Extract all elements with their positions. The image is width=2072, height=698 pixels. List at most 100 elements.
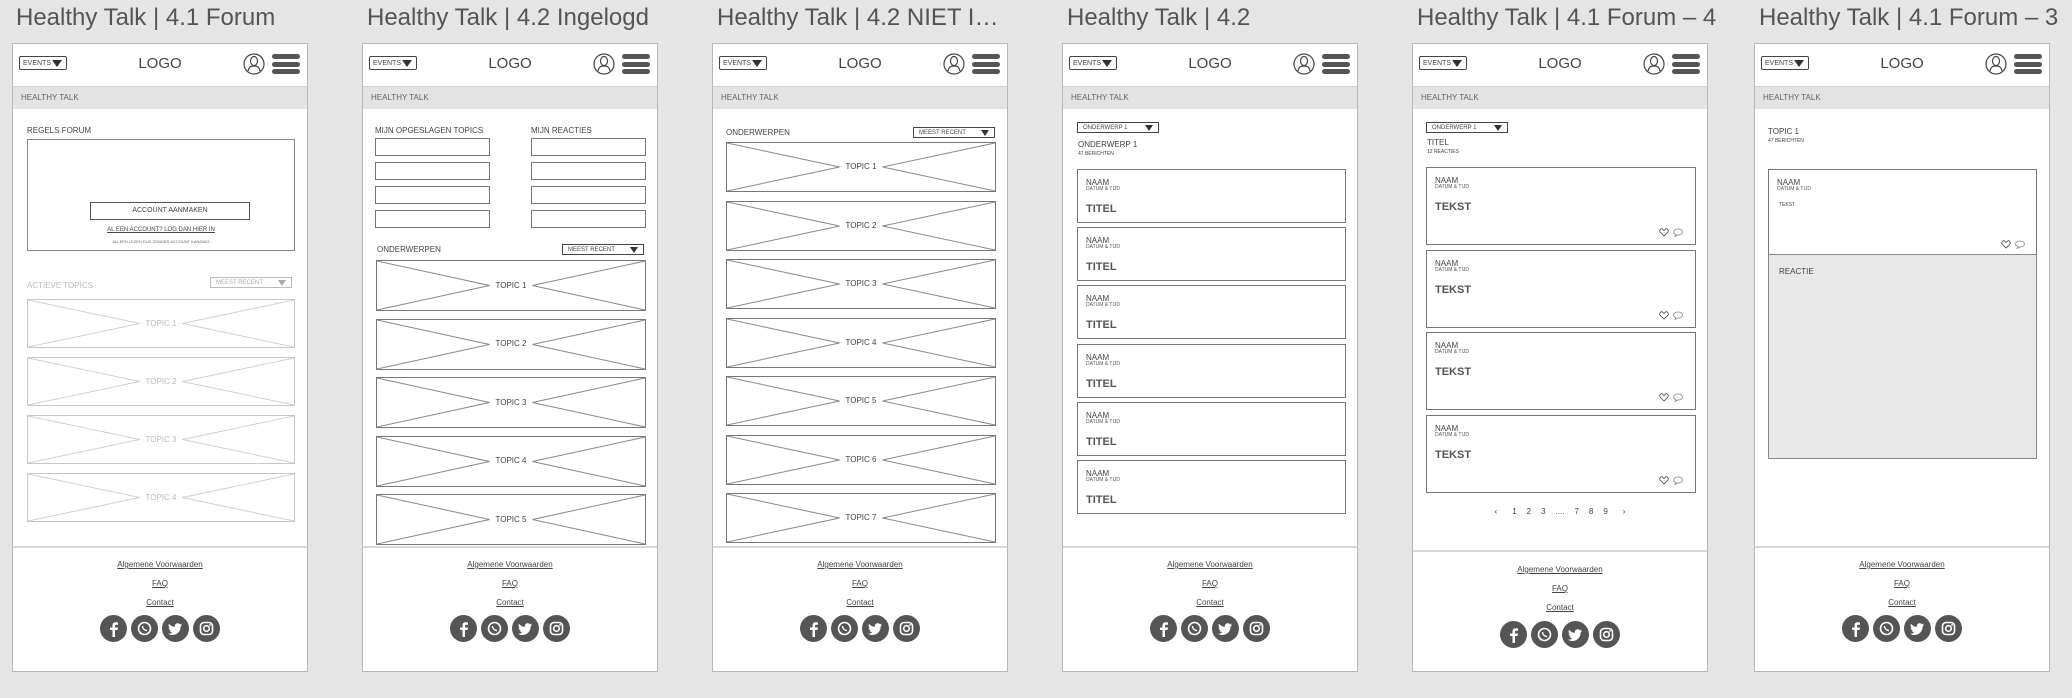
reply-box[interactable]: REACTIE bbox=[1768, 254, 2037, 459]
chevron-left-icon[interactable]: ‹ bbox=[1495, 507, 1498, 516]
contact-link[interactable]: Contact bbox=[1755, 598, 2049, 607]
page-link[interactable]: 7 bbox=[1574, 507, 1578, 516]
contact-link[interactable]: Contact bbox=[13, 598, 307, 607]
facebook-icon[interactable] bbox=[1150, 615, 1177, 642]
page-link[interactable]: 9 bbox=[1603, 507, 1607, 516]
post-card[interactable]: NAAM DATUM & TIJD TITEL bbox=[1077, 401, 1346, 456]
reply-card[interactable]: NAAM DATUM & TIJD TEKST bbox=[1426, 249, 1696, 328]
faq-link[interactable]: FAQ bbox=[1413, 584, 1707, 593]
twitter-icon[interactable] bbox=[162, 615, 189, 642]
menu-icon[interactable] bbox=[1672, 54, 1700, 74]
instagram-icon[interactable] bbox=[193, 615, 220, 642]
topic-card[interactable]: TOPIC 5 bbox=[726, 376, 996, 426]
topic-card[interactable]: TOPIC 2 bbox=[376, 318, 646, 370]
faq-link[interactable]: FAQ bbox=[363, 579, 657, 588]
breadcrumb[interactable]: HEALTHY TALK bbox=[713, 87, 1007, 109]
menu-icon[interactable] bbox=[2014, 54, 2042, 74]
twitter-icon[interactable] bbox=[1904, 615, 1931, 642]
facebook-icon[interactable] bbox=[100, 615, 127, 642]
contact-link[interactable]: Contact bbox=[1413, 603, 1707, 612]
reply-card[interactable]: NAAM DATUM & TIJD TEKST bbox=[1426, 332, 1696, 410]
subject-dropdown[interactable]: ONDERWERP 1 bbox=[1077, 122, 1159, 133]
terms-link[interactable]: Algemene Voorwaarden bbox=[13, 560, 307, 569]
faq-link[interactable]: FAQ bbox=[13, 579, 307, 588]
post-card[interactable]: NAAM DATUM & TIJD TITEL bbox=[1077, 227, 1346, 282]
saved-topic-item[interactable] bbox=[375, 210, 490, 228]
comment-icon[interactable] bbox=[1673, 476, 1683, 485]
contact-link[interactable]: Contact bbox=[1063, 598, 1357, 607]
terms-link[interactable]: Algemene Voorwaarden bbox=[713, 560, 1007, 569]
twitter-icon[interactable] bbox=[512, 615, 539, 642]
my-reply-item[interactable] bbox=[531, 138, 646, 156]
topic-card[interactable]: TOPIC 3 bbox=[27, 415, 295, 464]
comment-icon[interactable] bbox=[2015, 240, 2025, 249]
my-reply-item[interactable] bbox=[531, 162, 646, 180]
user-icon[interactable] bbox=[593, 53, 615, 75]
page-link[interactable]: 1 bbox=[1512, 507, 1516, 516]
instagram-icon[interactable] bbox=[543, 615, 570, 642]
create-account-button[interactable]: ACCOUNT AANMAKEN bbox=[90, 202, 250, 220]
whatsapp-icon[interactable] bbox=[481, 615, 508, 642]
sort-dropdown[interactable]: MEEST RECENT bbox=[210, 277, 292, 288]
instagram-icon[interactable] bbox=[893, 615, 920, 642]
page-link[interactable]: 3 bbox=[1541, 507, 1545, 516]
twitter-icon[interactable] bbox=[1212, 615, 1239, 642]
whatsapp-icon[interactable] bbox=[1181, 615, 1208, 642]
terms-link[interactable]: Algemene Voorwaarden bbox=[363, 560, 657, 569]
terms-link[interactable]: Algemene Voorwaarden bbox=[1755, 560, 2049, 569]
whatsapp-icon[interactable] bbox=[131, 615, 158, 642]
breadcrumb[interactable]: HEALTHY TALK bbox=[1413, 87, 1707, 109]
contact-link[interactable]: Contact bbox=[713, 598, 1007, 607]
login-link[interactable]: AL EEN ACCOUNT? LOG DAN HIER IN bbox=[28, 227, 294, 233]
twitter-icon[interactable] bbox=[862, 615, 889, 642]
heart-icon[interactable] bbox=[2001, 240, 2011, 249]
menu-icon[interactable] bbox=[272, 54, 300, 74]
facebook-icon[interactable] bbox=[800, 615, 827, 642]
saved-topic-item[interactable] bbox=[375, 162, 490, 180]
page-link[interactable]: .... bbox=[1556, 507, 1565, 516]
topic-card[interactable]: TOPIC 6 bbox=[726, 434, 996, 485]
terms-link[interactable]: Algemene Voorwaarden bbox=[1413, 565, 1707, 574]
chevron-right-icon[interactable]: › bbox=[1623, 507, 1626, 516]
breadcrumb[interactable]: HEALTHY TALK bbox=[363, 87, 657, 109]
topic-card[interactable]: TOPIC 7 bbox=[726, 493, 996, 543]
saved-topic-item[interactable] bbox=[375, 138, 490, 156]
facebook-icon[interactable] bbox=[1842, 615, 1869, 642]
heart-icon[interactable] bbox=[1659, 228, 1669, 237]
subject-dropdown[interactable]: ONDERWERP 1 bbox=[1426, 122, 1508, 133]
user-icon[interactable] bbox=[1293, 53, 1315, 75]
my-reply-item[interactable] bbox=[531, 186, 646, 204]
faq-link[interactable]: FAQ bbox=[713, 579, 1007, 588]
reply-card[interactable]: NAAM DATUM & TIJD TEKST bbox=[1426, 167, 1696, 245]
topic-card[interactable]: TOPIC 1 bbox=[376, 260, 646, 311]
reply-card[interactable]: NAAM DATUM & TIJD TEKST bbox=[1426, 414, 1696, 493]
whatsapp-icon[interactable] bbox=[1873, 615, 1900, 642]
faq-link[interactable]: FAQ bbox=[1755, 579, 2049, 588]
instagram-icon[interactable] bbox=[1243, 615, 1270, 642]
facebook-icon[interactable] bbox=[450, 615, 477, 642]
comment-icon[interactable] bbox=[1673, 311, 1683, 320]
facebook-icon[interactable] bbox=[1500, 621, 1527, 648]
topic-card[interactable]: TOPIC 1 bbox=[27, 299, 295, 348]
post-card[interactable]: NAAM DATUM & TIJD TITEL bbox=[1077, 460, 1346, 514]
contact-link[interactable]: Contact bbox=[363, 598, 657, 607]
page-link[interactable]: 8 bbox=[1589, 507, 1593, 516]
user-icon[interactable] bbox=[1643, 53, 1665, 75]
user-icon[interactable] bbox=[243, 53, 265, 75]
saved-topic-item[interactable] bbox=[375, 186, 490, 204]
menu-icon[interactable] bbox=[622, 54, 650, 74]
faq-link[interactable]: FAQ bbox=[1063, 579, 1357, 588]
topic-card[interactable]: TOPIC 2 bbox=[27, 357, 295, 406]
topic-card[interactable]: TOPIC 5 bbox=[376, 494, 646, 545]
topic-card[interactable]: TOPIC 4 bbox=[27, 473, 295, 522]
twitter-icon[interactable] bbox=[1562, 621, 1589, 648]
topic-card[interactable]: TOPIC 3 bbox=[376, 377, 646, 428]
whatsapp-icon[interactable] bbox=[1531, 621, 1558, 648]
menu-icon[interactable] bbox=[972, 54, 1000, 74]
sort-dropdown[interactable]: MEEST RECENT bbox=[562, 244, 644, 255]
breadcrumb[interactable]: HEALTHY TALK bbox=[13, 87, 307, 109]
heart-icon[interactable] bbox=[1659, 475, 1669, 485]
user-icon[interactable] bbox=[1985, 53, 2007, 75]
my-reply-item[interactable] bbox=[531, 210, 646, 228]
post-card[interactable]: NAAM DATUM & TIJD TITEL bbox=[1077, 169, 1346, 223]
